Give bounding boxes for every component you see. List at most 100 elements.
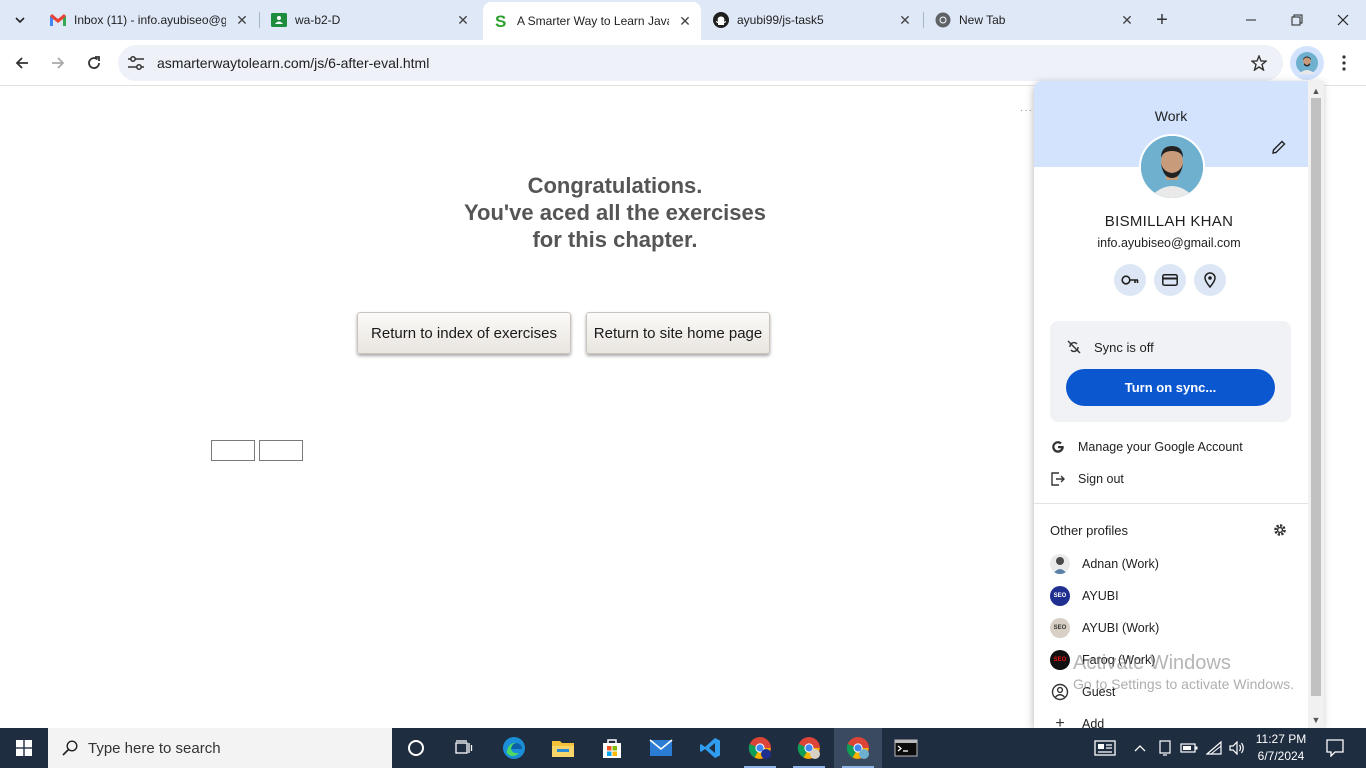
tab-search-button[interactable]: [8, 8, 32, 32]
restore-icon: [1291, 14, 1303, 26]
back-button[interactable]: [6, 47, 38, 79]
wifi-icon[interactable]: [1203, 728, 1225, 768]
profile-avatar: [1139, 134, 1205, 200]
profile-name: Adnan (Work): [1082, 557, 1159, 571]
tab-gmail[interactable]: Inbox (11) - info.ayubiseo@g ✕: [40, 4, 258, 36]
tab-title: Inbox (11) - info.ayubiseo@g: [74, 13, 226, 27]
chrome-menu-button[interactable]: [1332, 48, 1356, 78]
tab-strip: Inbox (11) - info.ayubiseo@g ✕ wa-b2-D ✕…: [0, 0, 1366, 40]
close-icon[interactable]: ✕: [677, 13, 693, 29]
minimize-icon: [1246, 19, 1256, 21]
close-window-button[interactable]: [1320, 0, 1366, 40]
payment-methods-button[interactable]: [1154, 264, 1186, 296]
address-bar[interactable]: asmarterwaytolearn.com/js/6-after-eval.h…: [118, 45, 1283, 81]
passwords-button[interactable]: [1114, 264, 1146, 296]
profile-item-ayubi-work[interactable]: SEO AYUBI (Work): [1034, 614, 1324, 642]
store-taskbar-button[interactable]: [588, 728, 636, 768]
chrome-icon: [797, 737, 820, 759]
forward-button[interactable]: [42, 47, 74, 79]
scroll-up-icon[interactable]: ▲: [1308, 83, 1324, 99]
tab-asmarterway[interactable]: S A Smarter Way to Learn Java ✕: [483, 2, 701, 40]
chrome-profile-seo-taskbar-button[interactable]: [736, 728, 784, 768]
credit-card-icon: [1162, 274, 1178, 286]
return-to-index-button[interactable]: Return to index of exercises: [357, 312, 571, 354]
news-widget-icon[interactable]: [1090, 728, 1120, 768]
tab-title: A Smarter Way to Learn Java: [517, 14, 669, 28]
clock-date: 6/7/2024: [1257, 749, 1305, 763]
start-button[interactable]: [0, 728, 48, 768]
scroll-down-icon[interactable]: ▼: [1308, 712, 1324, 728]
search-icon: [60, 738, 80, 758]
bookmark-star-icon[interactable]: [1249, 53, 1269, 73]
profile-name: BISMILLAH KHAN: [1104, 213, 1234, 230]
reload-button[interactable]: [78, 47, 110, 79]
asmarterway-icon: S: [493, 13, 509, 29]
site-info-icon[interactable]: [126, 53, 146, 73]
vscode-taskbar-button[interactable]: [686, 728, 734, 768]
github-icon: [713, 12, 729, 28]
sign-out-label: Sign out: [1078, 472, 1124, 486]
taskbar-search-box[interactable]: Type here to search: [48, 728, 392, 768]
avatar: [1050, 554, 1070, 574]
search-placeholder: Type here to search: [88, 739, 221, 757]
sign-out-item[interactable]: Sign out: [1034, 465, 1324, 493]
task-view-button[interactable]: [440, 728, 488, 768]
close-icon[interactable]: ✕: [1119, 12, 1135, 28]
guest-icon: [1050, 682, 1070, 702]
close-icon[interactable]: ✕: [234, 12, 250, 28]
activate-windows-title: Activate Windows: [1073, 652, 1231, 674]
profile-menu-panel: Work BISMILLAH KHAN info.ayubiseo@gmail.…: [1034, 81, 1324, 728]
battery-icon[interactable]: [1178, 728, 1200, 768]
folder-icon: [552, 741, 574, 757]
minimize-button[interactable]: [1228, 0, 1274, 40]
new-tab-button[interactable]: +: [1150, 8, 1174, 32]
chrome-icon: [935, 12, 951, 28]
gmail-icon: [50, 12, 66, 28]
manage-google-account-item[interactable]: Manage your Google Account: [1034, 433, 1324, 461]
close-icon[interactable]: ✕: [455, 12, 471, 28]
addresses-button[interactable]: [1194, 264, 1226, 296]
profile-item-ayubi[interactable]: SEO AYUBI: [1034, 582, 1324, 610]
congrats-line: You've aced all the exercises: [464, 200, 766, 225]
profile-name: AYUBI: [1082, 589, 1119, 603]
turn-on-sync-button[interactable]: Turn on sync...: [1066, 369, 1275, 406]
congrats-line: Congratulations.: [527, 173, 703, 198]
device-icon[interactable]: [1155, 728, 1175, 768]
mail-taskbar-button[interactable]: [637, 728, 685, 768]
windows-taskbar: Type here to search 11:27 PM 6/7/2024: [0, 728, 1366, 768]
clock-time: 11:27 PM: [1255, 732, 1307, 746]
plus-icon: +: [1156, 8, 1168, 31]
add-profile-item[interactable]: + Add: [1034, 710, 1324, 728]
notification-center-button[interactable]: [1320, 728, 1350, 768]
terminal-taskbar-button[interactable]: [882, 728, 930, 768]
cortana-button[interactable]: [392, 728, 440, 768]
return-to-home-button[interactable]: Return to site home page: [586, 312, 770, 354]
more-vert-icon: [1342, 55, 1346, 71]
profile-email: info.ayubiseo@gmail.com: [1097, 236, 1241, 250]
chrome-icon: [748, 737, 771, 759]
url-text[interactable]: asmarterwaytolearn.com/js/6-after-eval.h…: [157, 55, 429, 71]
seo-avatar-icon: SEO: [1050, 650, 1070, 670]
close-icon[interactable]: ✕: [897, 12, 913, 28]
panel-scrollbar[interactable]: ▲ ▼: [1308, 81, 1324, 728]
forward-arrow-icon: [52, 57, 65, 69]
tab-github[interactable]: ayubi99/js-task5 ✕: [703, 4, 921, 36]
edge-taskbar-button[interactable]: [490, 728, 538, 768]
file-explorer-taskbar-button[interactable]: [539, 728, 587, 768]
profile-avatar-button[interactable]: [1290, 46, 1324, 80]
empty-box: [259, 440, 303, 461]
tab-new-tab[interactable]: New Tab ✕: [925, 4, 1143, 36]
volume-icon[interactable]: [1226, 728, 1248, 768]
chevron-up-icon[interactable]: [1130, 728, 1150, 768]
gear-icon[interactable]: [1272, 522, 1288, 538]
chrome-profile-taskbar-button[interactable]: [785, 728, 833, 768]
profile-item-adnan[interactable]: Adnan (Work): [1034, 550, 1324, 578]
scrollbar-thumb[interactable]: [1311, 98, 1321, 696]
restore-button[interactable]: [1274, 0, 1320, 40]
chrome-work-taskbar-button[interactable]: [834, 728, 882, 768]
system-clock[interactable]: 11:27 PM 6/7/2024: [1250, 731, 1312, 765]
tab-classroom[interactable]: wa-b2-D ✕: [261, 4, 479, 36]
windows-logo-icon: [16, 740, 32, 756]
task-view-icon: [455, 740, 473, 754]
edit-pencil-icon[interactable]: [1270, 138, 1288, 156]
